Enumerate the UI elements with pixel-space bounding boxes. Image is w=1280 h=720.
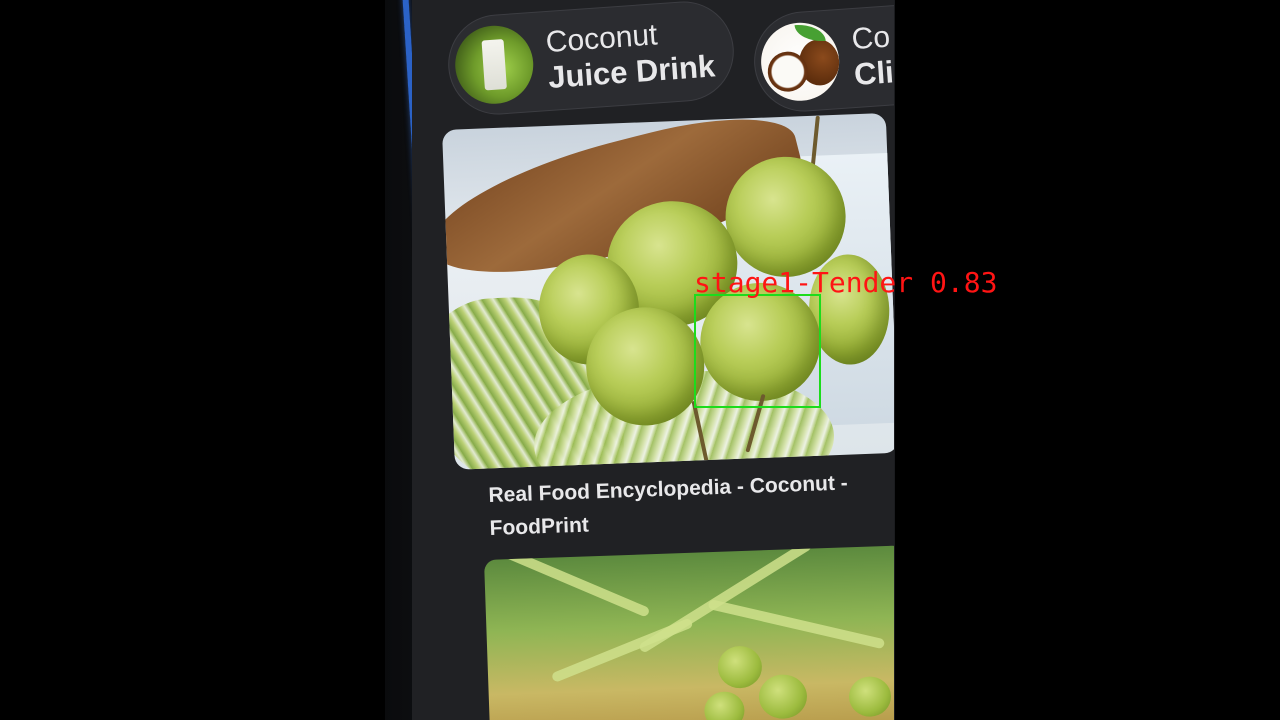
coconut <box>848 675 892 718</box>
chip-title: Co <box>850 20 892 56</box>
result-caption[interactable]: Real Food Encyclopedia - Coconut - FoodP… <box>488 467 870 545</box>
search-chip-coconut-clipart[interactable]: Co Cli <box>750 1 894 115</box>
palm-leaf <box>707 599 886 650</box>
palm-leaf <box>499 545 651 618</box>
coconut-palm-photo[interactable] <box>484 545 894 720</box>
palm-leaf <box>550 617 694 683</box>
coconut <box>717 645 763 689</box>
chip-text: Coconut Juice Drink <box>545 14 717 96</box>
coconut-juice-thumbnail <box>452 23 536 107</box>
phone-screen: Coconut Juice Drink Co Cli Real Food Enc… <box>412 0 894 720</box>
coconut <box>758 673 808 720</box>
search-chip-coconut-juice[interactable]: Coconut Juice Drink <box>444 0 738 118</box>
detection-bounding-box <box>694 294 821 408</box>
leaf-shape <box>794 22 826 44</box>
coconut <box>703 691 746 720</box>
juice-glass-shape <box>481 39 507 91</box>
detection-label: stage1-Tender 0.83 <box>694 266 998 299</box>
chip-subtitle: Cli <box>852 54 894 93</box>
photo-frame: Coconut Juice Drink Co Cli Real Food Enc… <box>0 0 1280 720</box>
coconut-halves-thumbnail <box>758 20 842 104</box>
chip-text: Co Cli <box>851 20 894 93</box>
